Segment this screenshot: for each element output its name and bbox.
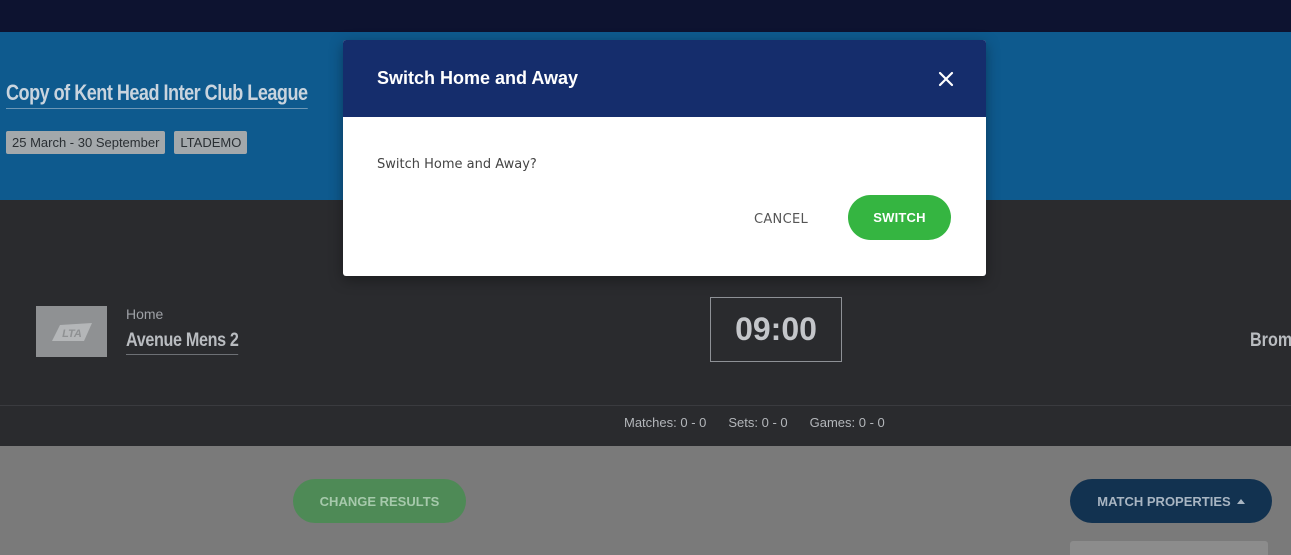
sets-stat: Sets: 0 - 0 <box>728 415 788 430</box>
home-team-logo: LTA <box>36 306 107 357</box>
match-properties-label: MATCH PROPERTIES <box>1097 493 1231 509</box>
lta-logo-icon: LTA <box>51 322 92 341</box>
caret-up-icon <box>1236 498 1245 504</box>
page: Copy of Kent Head Inter Club League 25 M… <box>0 0 1291 555</box>
svg-text:LTA: LTA <box>62 328 82 340</box>
matches-stat: Matches: 0 - 0 <box>624 415 707 430</box>
dialog-title: Switch Home and Away <box>377 68 579 88</box>
top-navigation-bar <box>0 0 1291 32</box>
games-stat: Games: 0 - 0 <box>809 415 885 430</box>
organiser-tag: LTADEMO <box>174 131 248 154</box>
match-stats: Matches: 0 - 0 Sets: 0 - 0 Games: 0 - 0 <box>624 415 885 430</box>
dialog-header: Switch Home and Away <box>343 40 986 117</box>
switch-home-away-dialog: Switch Home and Away Switch Home and Awa… <box>343 40 986 276</box>
close-icon[interactable] <box>936 69 956 89</box>
match-properties-dropdown <box>1070 541 1268 555</box>
switch-button[interactable]: SWITCH <box>848 195 951 240</box>
match-time: 09:00 <box>710 297 842 362</box>
match-properties-button[interactable]: MATCH PROPERTIES <box>1070 479 1272 523</box>
change-results-button[interactable]: CHANGE RESULTS <box>293 479 466 523</box>
home-team-name[interactable]: Avenue Mens 2 <box>126 330 239 355</box>
cancel-button[interactable]: CANCEL <box>738 207 824 231</box>
dialog-message: Switch Home and Away? <box>377 157 537 172</box>
dialog-body: Switch Home and Away? CANCEL SWITCH <box>343 117 986 276</box>
home-label: Home <box>126 306 164 322</box>
date-range-tag: 25 March - 30 September <box>6 131 166 154</box>
event-tags: 25 March - 30 September LTADEMO <box>6 131 248 154</box>
away-team-name[interactable]: Brom <box>1250 330 1291 352</box>
event-title[interactable]: Copy of Kent Head Inter Club League <box>6 80 308 109</box>
